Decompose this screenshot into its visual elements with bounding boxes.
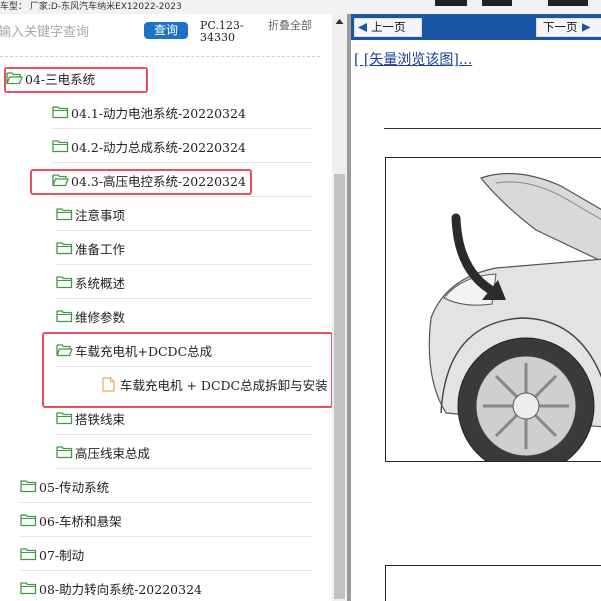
folder-icon bbox=[52, 140, 69, 153]
search-input[interactable] bbox=[0, 22, 138, 42]
tree-item-label: 06-车桥和悬架 bbox=[39, 513, 122, 529]
scrollbar-thumb[interactable] bbox=[334, 174, 345, 599]
scroll-up-arrow-icon[interactable] bbox=[332, 14, 347, 29]
vehicle-figure bbox=[385, 157, 601, 475]
folder-open-icon bbox=[56, 344, 73, 357]
tree-item-label: 注意事项 bbox=[75, 207, 126, 223]
document-code: PC.123-34330 bbox=[200, 19, 244, 44]
folder-open-icon bbox=[52, 174, 69, 187]
next-page-label: 下一页 bbox=[543, 20, 578, 34]
folder-icon bbox=[56, 276, 73, 289]
document-viewer: 上一页 下一页 [ [矢量浏览该图]... bbox=[351, 14, 601, 601]
toolbar-edge bbox=[435, 0, 467, 6]
tree-folder-item[interactable]: 车载充电机+DCDC总成 bbox=[56, 333, 312, 367]
tree-item-label: 04.2-动力总成系统-20220324 bbox=[71, 139, 246, 155]
folder-open-icon bbox=[6, 72, 23, 85]
tree-folder-item[interactable]: 维修参数 bbox=[56, 299, 312, 333]
prev-page-button[interactable]: 上一页 bbox=[354, 18, 422, 37]
tree-folder-item[interactable]: 准备工作 bbox=[56, 231, 312, 265]
tree-item-label: 车载充电机+DCDC总成 bbox=[75, 343, 213, 359]
tree-folder-item[interactable]: 04.3-高压电控系统-20220324 bbox=[52, 163, 312, 197]
folder-icon bbox=[20, 514, 37, 527]
car-front-illustration bbox=[428, 172, 601, 475]
tree-folder-item[interactable]: 08-助力转向系统-20220324 bbox=[20, 571, 312, 601]
tree-folder-item[interactable]: 注意事项 bbox=[56, 197, 312, 231]
tree-folder-item[interactable]: 系统概述 bbox=[56, 265, 312, 299]
tree-folder-item[interactable]: 高压线束总成 bbox=[56, 435, 312, 469]
tree-item-label: 车载充电机 + DCDC总成拆卸与安装 bbox=[120, 377, 328, 393]
folder-icon bbox=[56, 310, 73, 323]
tree-item-label: 04-三电系统 bbox=[25, 71, 96, 87]
tree-item-label: 04.3-高压电控系统-20220324 bbox=[71, 173, 246, 189]
tree-folder-item[interactable]: 06-车桥和悬架 bbox=[20, 503, 312, 537]
folder-icon bbox=[56, 208, 73, 221]
tree-item-label: 07-制动 bbox=[39, 547, 85, 563]
folder-icon bbox=[20, 548, 37, 561]
tree-folder-item[interactable]: 04.1-动力电池系统-20220324 bbox=[52, 95, 312, 129]
next-page-button[interactable]: 下一页 bbox=[536, 18, 601, 37]
vehicle-model-bar: 车型： 厂家:D-东风汽车纳米EX12022-2023 bbox=[0, 0, 601, 14]
folder-icon bbox=[56, 446, 73, 459]
tree-folder-item[interactable]: 04.2-动力总成系统-20220324 bbox=[52, 129, 312, 163]
prev-arrow-icon bbox=[358, 23, 367, 32]
vehicle-model-text: 车型： 厂家:D-东风汽车纳米EX12022-2023 bbox=[0, 2, 182, 12]
folder-icon bbox=[56, 412, 73, 425]
tree-item-label: 搭铁线束 bbox=[75, 411, 126, 427]
folder-icon bbox=[20, 582, 37, 595]
catalog-tree-pane: 查询 PC.123-34330 折叠全部 04-三电系统 04.1-动力电池系统-… bbox=[0, 14, 332, 601]
tree-item-label: 04.1-动力电池系统-20220324 bbox=[71, 105, 246, 121]
document-icon bbox=[102, 376, 115, 392]
search-divider bbox=[0, 56, 320, 57]
tree-folder-item[interactable]: 07-制动 bbox=[20, 537, 312, 571]
folder-icon bbox=[56, 242, 73, 255]
query-button[interactable]: 查询 bbox=[144, 22, 188, 39]
collapse-all-button[interactable]: 折叠全部 bbox=[268, 20, 318, 32]
tree-folder-item[interactable]: 05-传动系统 bbox=[20, 469, 312, 503]
next-arrow-icon bbox=[581, 23, 591, 32]
tree-folder-item[interactable]: 04-三电系统 bbox=[6, 61, 312, 95]
tree-file-item[interactable]: 车载充电机 + DCDC总成拆卸与安装 bbox=[102, 367, 328, 401]
tree-item-label: 05-传动系统 bbox=[39, 479, 110, 495]
vector-view-link[interactable]: [ [矢量浏览该图]... bbox=[354, 49, 472, 69]
tree-item-label: 08-助力转向系统-20220324 bbox=[39, 581, 202, 597]
folder-icon bbox=[52, 106, 69, 119]
toolbar-edge bbox=[548, 0, 588, 6]
search-row: 查询 PC.123-34330 折叠全部 bbox=[0, 14, 332, 50]
next-figure-frame bbox=[385, 565, 601, 601]
tree-scrollbar[interactable] bbox=[332, 14, 347, 601]
tree-item-label: 准备工作 bbox=[75, 241, 126, 257]
page-rule bbox=[384, 128, 601, 129]
tree-item-label: 系统概述 bbox=[75, 275, 126, 291]
tree-item-label: 维修参数 bbox=[75, 309, 126, 325]
page-nav-bar: 上一页 下一页 bbox=[351, 14, 601, 40]
prev-page-label: 上一页 bbox=[371, 20, 406, 34]
tree-folder-item[interactable]: 搭铁线束 bbox=[56, 401, 312, 435]
folder-icon bbox=[20, 480, 37, 493]
tree-item-label: 高压线束总成 bbox=[75, 445, 151, 461]
toolbar-edge bbox=[482, 0, 512, 6]
